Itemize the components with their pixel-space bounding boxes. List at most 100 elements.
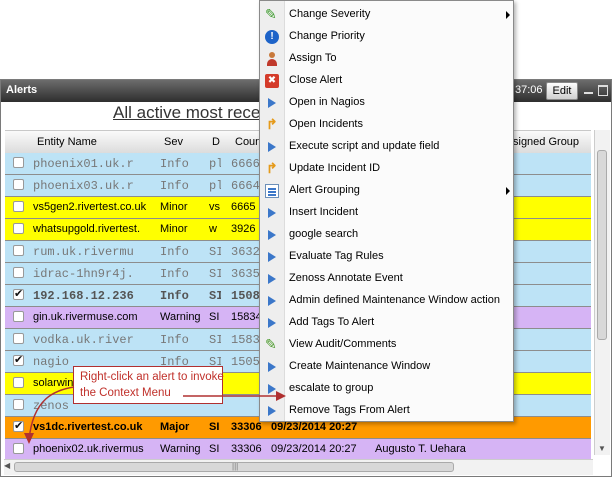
row-checkbox[interactable] [13, 201, 24, 212]
menu-item[interactable]: Assign To [260, 48, 513, 70]
entity-cell: idrac-1hn9r4j. [33, 267, 134, 281]
menu-item-label: Evaluate Tag Rules [289, 250, 384, 262]
menu-item-label: Open Incidents [289, 118, 363, 130]
menu-item[interactable]: escalate to group [260, 378, 513, 400]
menu-item[interactable]: Open in Nagios [260, 92, 513, 114]
entity-cell: rum.uk.rivermu [33, 245, 134, 259]
d-cell: SI [209, 289, 221, 303]
entity-cell: vs5gen2.rivertest.co.uk [33, 201, 147, 213]
vertical-scroll-thumb[interactable] [597, 150, 607, 340]
entity-cell: vs1dc.rivertest.co.uk [33, 421, 143, 433]
severity-cell: Warning [160, 443, 201, 455]
entity-cell: gin.uk.rivermuse.com [33, 311, 138, 323]
entity-cell: phoenix02.uk.rivermus [33, 443, 144, 455]
row-checkbox[interactable] [13, 353, 24, 366]
column-header-d[interactable]: D [212, 136, 220, 148]
d-cell: SI [209, 421, 220, 433]
menu-item[interactable]: View Audit/Comments [260, 334, 513, 356]
d-cell: w [209, 223, 217, 235]
count-cell: 33306 [231, 443, 262, 455]
row-checkbox[interactable] [13, 399, 24, 410]
menu-item-label: Remove Tags From Alert [289, 404, 410, 416]
menu-item[interactable]: Admin defined Maintenance Window action [260, 290, 513, 312]
severity-cell: Info [160, 245, 189, 259]
menu-item[interactable]: ! Change Priority [260, 26, 513, 48]
row-checkbox[interactable] [13, 333, 24, 344]
callout-line-1: Right-click an alert to invoke [80, 371, 224, 383]
minimize-icon[interactable] [582, 84, 595, 96]
menu-item[interactable]: Insert Incident [260, 202, 513, 224]
menu-item-label: escalate to group [289, 382, 374, 394]
row-checkbox[interactable] [13, 223, 24, 234]
triangle-icon [265, 250, 279, 264]
menu-item-label: Admin defined Maintenance Window action [289, 294, 500, 306]
scroll-left-icon[interactable]: ◀ [4, 461, 10, 470]
menu-item[interactable]: Open Incidents [260, 114, 513, 136]
triangle-icon [265, 360, 279, 374]
menu-item[interactable]: Execute script and update field [260, 136, 513, 158]
close-icon: ✖ [265, 74, 279, 88]
view-icon [265, 336, 279, 353]
entity-cell: phoenix03.uk.r [33, 179, 134, 193]
info-icon: ! [265, 30, 279, 44]
row-checkbox[interactable] [13, 443, 24, 454]
submenu-arrow-icon [506, 11, 510, 19]
menu-item[interactable]: Update Incident ID [260, 158, 513, 180]
callout-box: Right-click an alert to invoke the Conte… [73, 366, 224, 404]
row-checkbox[interactable] [13, 179, 24, 190]
menu-item[interactable]: Change Severity [260, 4, 513, 26]
horizontal-scrollbar[interactable]: ◀ ||| [4, 459, 593, 475]
maximize-icon[interactable] [597, 84, 609, 96]
menu-item[interactable]: Zenoss Annotate Event [260, 268, 513, 290]
up-arrow-icon [265, 116, 279, 133]
menu-item[interactable]: Evaluate Tag Rules [260, 246, 513, 268]
menu-item-label: Alert Grouping [289, 184, 360, 196]
row-checkbox[interactable] [13, 419, 24, 432]
d-cell: pl [209, 179, 221, 193]
row-checkbox[interactable] [13, 287, 24, 300]
menu-item[interactable]: google search [260, 224, 513, 246]
menu-item[interactable]: ✖ Close Alert [260, 70, 513, 92]
menu-item[interactable]: Add Tags To Alert [260, 312, 513, 334]
context-menu: Change Severity ! Change Priority Assign To… [259, 0, 514, 422]
vertical-scrollbar[interactable]: ▼ [594, 130, 610, 455]
row-checkbox[interactable] [13, 157, 24, 168]
entity-cell: 192.168.12.236 [33, 289, 134, 303]
row-checkbox[interactable] [13, 245, 24, 256]
triangle-icon [265, 206, 279, 220]
menu-item-label: Update Incident ID [289, 162, 381, 174]
d-cell: SI [209, 333, 221, 347]
row-checkbox[interactable] [13, 377, 24, 388]
entity-cell: phoenix01.uk.r [33, 157, 134, 171]
triangle-icon [265, 382, 279, 396]
menu-item-label: Add Tags To Alert [289, 316, 375, 328]
d-cell: SI [209, 245, 221, 259]
triangle-icon [265, 228, 279, 242]
count-cell: 33306 [231, 421, 262, 433]
severity-cell: Info [160, 179, 189, 193]
menu-item[interactable]: Remove Tags From Alert [260, 400, 513, 422]
column-header-entity[interactable]: Entity Name [37, 136, 97, 148]
triangle-icon [265, 140, 279, 154]
severity-cell: Info [160, 333, 189, 347]
severity-cell: Info [160, 157, 189, 171]
page-title[interactable]: All active most rece [113, 103, 260, 123]
column-header-assigned[interactable]: signed Group [513, 136, 579, 148]
menu-item-label: google search [289, 228, 359, 240]
edit-button[interactable]: Edit [546, 82, 578, 100]
column-header-sev[interactable]: Sev [164, 136, 183, 148]
table-row[interactable]: phoenix02.uk.rivermus Warning SI 33306 09/23… [5, 439, 591, 461]
row-checkbox[interactable] [13, 311, 24, 322]
severity-cell: Minor [160, 223, 188, 235]
scroll-down-icon[interactable]: ▼ [598, 444, 606, 453]
date-cell: 09/23/2014 20:27 [271, 421, 358, 433]
d-cell: pl [209, 157, 221, 171]
row-checkbox[interactable] [13, 267, 24, 278]
menu-item[interactable]: Create Maintenance Window [260, 356, 513, 378]
menu-item[interactable]: Alert Grouping [260, 180, 513, 202]
submenu-arrow-icon [506, 187, 510, 195]
triangle-icon [265, 272, 279, 286]
pencil-icon [265, 6, 279, 23]
severity-cell: Info [160, 267, 189, 281]
menu-item-label: Change Severity [289, 8, 371, 20]
